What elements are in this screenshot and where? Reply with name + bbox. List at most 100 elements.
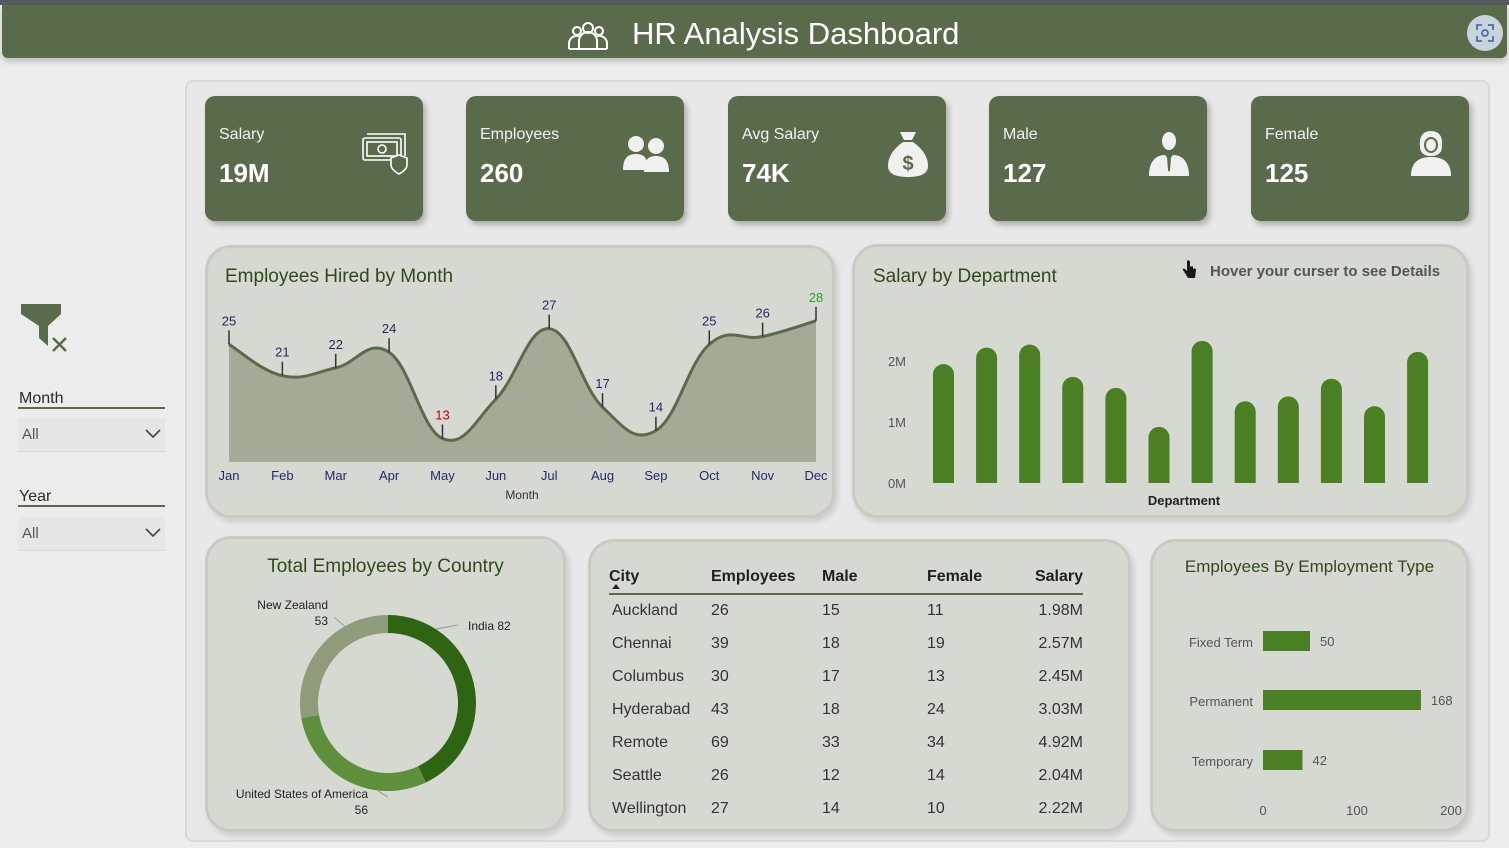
table-cell: 4.92M	[1038, 733, 1083, 751]
hired-data-label: 25	[222, 313, 236, 328]
table-cell: 19	[927, 634, 945, 652]
table-cell: Hyderabad	[612, 700, 691, 718]
page-title: HR Analysis Dashboard	[632, 16, 960, 51]
table-cell: Columbus	[612, 667, 685, 685]
employment-bar[interactable]	[1263, 690, 1421, 710]
salary-by-department-panel: Salary by Department Hover your curser t…	[852, 244, 1469, 518]
table-cell: 43	[711, 700, 729, 718]
donut-slice[interactable]	[301, 715, 426, 791]
kpi-card-salary[interactable]: Salary 19M	[205, 96, 423, 221]
month-dropdown[interactable]: All	[18, 418, 165, 452]
column-header-male[interactable]: Male	[822, 560, 927, 595]
table-cell: 3.03M	[1038, 700, 1083, 718]
kpi-value: 74K	[742, 158, 790, 188]
chevron-down-icon	[145, 528, 161, 538]
column-header-female[interactable]: Female	[927, 560, 1031, 595]
kpi-card-employees[interactable]: Employees 260	[466, 96, 684, 221]
city-table[interactable]: City Employees Male Female Salary Auckla…	[609, 560, 1083, 825]
kpi-label: Salary	[219, 126, 265, 143]
month-dropdown-value: All	[22, 426, 39, 443]
employment-data-label: 50	[1320, 634, 1334, 649]
salary-bar[interactable]	[933, 364, 954, 483]
hired-x-tick-label: Apr	[379, 468, 400, 483]
kpi-card-female[interactable]: Female 125	[1251, 96, 1469, 221]
focus-mode-button[interactable]	[1467, 15, 1503, 51]
kpi-value: 125	[1265, 158, 1309, 188]
hired-data-label: 25	[702, 313, 716, 328]
salary-bar[interactable]	[976, 347, 998, 483]
kpi-label: Employees	[480, 126, 560, 143]
salary-y-tick-label: 0M	[888, 476, 906, 491]
column-header-city[interactable]: City	[609, 560, 711, 595]
hired-data-label: 18	[489, 368, 503, 383]
column-header-salary[interactable]: Salary	[1031, 560, 1083, 595]
sidebar	[0, 58, 180, 848]
kpi-label: Female	[1265, 126, 1319, 143]
salary-bar[interactable]	[1364, 406, 1385, 483]
employment-x-tick-label: 200	[1440, 803, 1462, 818]
female-icon	[1411, 131, 1451, 176]
table-cell: 18	[822, 700, 840, 718]
employees-by-country-donut[interactable]: India 82 United States of America 56 New Ze…	[208, 539, 563, 829]
hired-data-label: 27	[542, 298, 556, 313]
table-row[interactable]: Wellington 27 14 10 2.22M	[609, 792, 1083, 825]
kpi-card-male[interactable]: Male 127	[989, 96, 1207, 221]
salary-bar[interactable]	[1191, 340, 1213, 483]
table-cell: 26	[711, 766, 729, 784]
table-row[interactable]: Chennai 39 18 19 2.57M	[609, 627, 1083, 660]
employment-bar[interactable]	[1263, 631, 1310, 651]
kpi-value: 127	[1003, 158, 1047, 188]
salary-x-axis-label: Department	[1148, 493, 1221, 508]
hired-by-month-panel: Employees Hired by Month 25 Jan 21 Feb 22 Mar…	[205, 245, 835, 518]
column-header-employees[interactable]: Employees	[711, 560, 822, 595]
table-cell: Auckland	[612, 602, 678, 619]
male-icon	[1149, 132, 1189, 176]
employment-type-chart[interactable]: Fixed Term 50 Permanent 168 Temporary 42 0 100 2…	[1153, 542, 1466, 829]
salary-bar[interactable]	[1148, 426, 1170, 483]
table-row[interactable]: Seattle 26 12 14 2.04M	[609, 759, 1083, 792]
hired-x-tick-label: Jun	[485, 468, 506, 483]
salary-bar[interactable]	[1277, 396, 1299, 483]
employment-bar[interactable]	[1263, 750, 1303, 770]
hired-data-label: 26	[755, 306, 769, 321]
salary-bar[interactable]	[1105, 387, 1127, 483]
table-cell: 2.57M	[1038, 634, 1083, 652]
donut-slice[interactable]	[300, 615, 388, 719]
hired-by-month-chart[interactable]: 25 Jan 21 Feb 22 Mar 24 Apr 13 May 18 Jun 27 Jul 17 Aug…	[208, 248, 832, 515]
table-row[interactable]: Auckland 26 15 11 1.98M	[609, 594, 1083, 627]
table-cell: 15	[822, 602, 840, 619]
donut-label: United States of America	[236, 787, 368, 801]
clear-filter-icon[interactable]	[18, 302, 74, 358]
hired-x-tick-label: Jan	[219, 468, 240, 483]
salary-bar[interactable]	[1407, 351, 1429, 483]
employment-data-label: 168	[1431, 693, 1453, 708]
salary-bar[interactable]	[1320, 378, 1342, 483]
salary-bar[interactable]	[1234, 401, 1256, 483]
employment-x-tick-label: 100	[1346, 803, 1368, 818]
table-cell: 2.22M	[1038, 799, 1083, 817]
donut-leader-line	[435, 624, 459, 630]
table-row[interactable]: Hyderabad 43 18 24 3.03M	[609, 693, 1083, 726]
kpi-card-avg-salary[interactable]: Avg Salary 74K $	[728, 96, 946, 221]
table-cell: 26	[711, 602, 729, 619]
table-row[interactable]: Columbus 30 17 13 2.45M	[609, 660, 1083, 693]
hired-data-label: 17	[595, 376, 609, 391]
table-row[interactable]: Remote 69 33 34 4.92M	[609, 726, 1083, 759]
table-header-row: City Employees Male Female Salary	[609, 560, 1083, 595]
hired-x-tick-label: Dec	[804, 468, 828, 483]
table-cell: 12	[822, 766, 840, 784]
money-shield-icon	[362, 133, 408, 175]
donut-label: India 82	[468, 619, 511, 633]
table-cell: 2.45M	[1038, 667, 1083, 685]
hired-data-label: 22	[328, 337, 342, 352]
salary-by-department-chart[interactable]: 0M 1M 2M Department	[855, 247, 1466, 515]
table-cell: Remote	[612, 733, 669, 751]
salary-bar[interactable]	[1019, 344, 1041, 483]
year-dropdown[interactable]: All	[18, 517, 165, 551]
hired-x-tick-label: Oct	[699, 468, 720, 483]
salary-y-tick-label: 2M	[888, 354, 906, 369]
donut-slice[interactable]	[388, 615, 477, 783]
hired-data-label: 13	[435, 407, 449, 422]
donut-label: New Zealand	[257, 598, 328, 612]
salary-bar[interactable]	[1062, 376, 1084, 483]
